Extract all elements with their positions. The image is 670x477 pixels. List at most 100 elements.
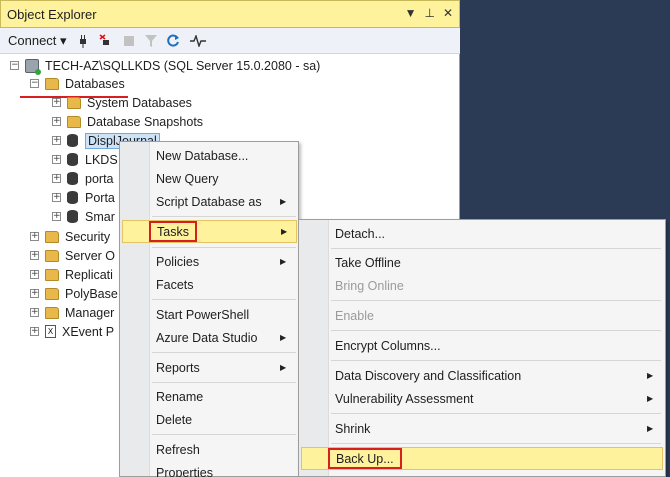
server-icon: [25, 58, 41, 75]
expand-icon[interactable]: +: [30, 251, 39, 260]
collapse-icon[interactable]: −: [10, 61, 19, 70]
menu-item-vulnerability-assessment[interactable]: Vulnerability Assessment ▶: [335, 387, 655, 410]
menu-item-tasks[interactable]: Tasks ▶: [122, 220, 297, 243]
folder-icon: [45, 268, 59, 281]
expand-icon[interactable]: +: [30, 270, 39, 279]
tree-node-database-snapshots[interactable]: + Database Snapshots: [52, 112, 203, 131]
menu-separator: [152, 216, 296, 217]
menu-item-new-database[interactable]: New Database...: [156, 144, 296, 167]
tree-node-security[interactable]: + Security: [30, 227, 110, 246]
tree-node-server-objects[interactable]: + Server O: [30, 246, 115, 265]
menu-item-label: Data Discovery and Classification: [335, 368, 522, 383]
menu-item-detach[interactable]: Detach...: [335, 222, 655, 245]
collapse-icon[interactable]: −: [30, 79, 39, 88]
menu-item-label: Script Database as: [156, 194, 262, 209]
menu-item-label: Back Up...: [328, 448, 402, 469]
menu-item-back-up[interactable]: Back Up...: [301, 447, 663, 470]
expand-icon[interactable]: +: [52, 136, 61, 145]
folder-icon: [67, 96, 81, 109]
menu-item-script-database-as[interactable]: Script Database as ▶: [156, 190, 296, 213]
menu-item-label: Tasks: [149, 221, 197, 242]
folder-icon: [45, 230, 59, 243]
menu-item-refresh[interactable]: Refresh: [156, 438, 296, 461]
menu-separator: [331, 443, 661, 444]
menu-separator: [331, 413, 661, 414]
database-label: porta: [85, 171, 114, 186]
panel-title-controls: ▼ ⊥ ✕: [405, 6, 453, 20]
expand-icon[interactable]: +: [52, 117, 61, 126]
menu-item-label: Take Offline: [335, 255, 401, 270]
menu-item-shrink[interactable]: Shrink ▶: [335, 417, 655, 440]
tree-node-system-databases[interactable]: + System Databases: [52, 93, 192, 112]
connect-button[interactable]: Connect ▾: [8, 33, 67, 49]
menu-item-label: Start PowerShell: [156, 307, 250, 322]
menu-item-label: Rename: [156, 389, 204, 404]
tasks-submenu: Detach... Take Offline Bring Online Enab…: [298, 219, 666, 477]
submenu-arrow-icon: ▶: [647, 424, 654, 433]
object-explorer-toolbar: Connect ▾: [0, 28, 460, 54]
menu-item-label: Properties: [156, 465, 213, 477]
tree-node-xevent-profiler[interactable]: + X XEvent P: [30, 322, 114, 341]
tree-node-database[interactable]: + Smar: [52, 207, 115, 226]
folder-icon: [67, 115, 81, 128]
menu-item-take-offline[interactable]: Take Offline: [335, 251, 655, 274]
tree-node-databases[interactable]: − Databases: [30, 74, 125, 93]
menu-item-data-discovery[interactable]: Data Discovery and Classification ▶: [335, 364, 655, 387]
submenu-arrow-icon: ▶: [281, 227, 288, 236]
expand-icon[interactable]: +: [30, 232, 39, 241]
xevent-icon: X: [45, 325, 56, 338]
tree-node-database[interactable]: + Porta: [52, 188, 115, 207]
pin-icon[interactable]: ⊥: [424, 6, 434, 20]
filter-icon[interactable]: [144, 32, 157, 50]
expand-icon[interactable]: +: [30, 289, 39, 298]
folder-label: Replicati: [65, 267, 113, 282]
menu-item-properties[interactable]: Properties: [156, 461, 296, 477]
database-icon: [67, 191, 78, 204]
folder-icon: [45, 306, 59, 319]
menu-separator: [152, 299, 296, 300]
expand-icon[interactable]: +: [52, 193, 61, 202]
expand-icon[interactable]: +: [52, 174, 61, 183]
expand-icon[interactable]: +: [52, 155, 61, 164]
expand-icon[interactable]: +: [30, 308, 39, 317]
tree-node-polybase[interactable]: + PolyBase: [30, 284, 118, 303]
tree-node-database[interactable]: + porta: [52, 169, 114, 188]
panel-dropdown-icon[interactable]: ▼: [405, 6, 417, 20]
submenu-arrow-icon: ▶: [280, 197, 287, 206]
tree-node-server[interactable]: − TECH-AZ\SQLLKDS (SQL Server 15.0.2080 …: [10, 56, 320, 75]
database-label: Smar: [85, 209, 115, 224]
menu-item-policies[interactable]: Policies ▶: [156, 250, 296, 273]
tree-node-replication[interactable]: + Replicati: [30, 265, 113, 284]
activity-monitor-icon[interactable]: [189, 32, 206, 50]
connect-plug-icon[interactable]: [77, 32, 89, 50]
menu-item-label: Encrypt Columns...: [335, 338, 441, 353]
menu-item-label: Enable: [335, 308, 374, 323]
tree-node-database[interactable]: + LKDS: [52, 150, 118, 169]
menu-item-start-powershell[interactable]: Start PowerShell: [156, 303, 296, 326]
menu-item-delete[interactable]: Delete: [156, 408, 296, 431]
refresh-icon[interactable]: [166, 32, 180, 50]
tree-node-management[interactable]: + Manager: [30, 303, 114, 322]
disconnect-icon[interactable]: [99, 32, 113, 50]
folder-label: Manager: [65, 305, 115, 320]
database-icon: [67, 172, 78, 185]
folder-label: XEvent P: [62, 324, 115, 339]
menu-item-new-query[interactable]: New Query: [156, 167, 296, 190]
menu-item-rename[interactable]: Rename: [156, 385, 296, 408]
menu-separator: [331, 330, 661, 331]
close-icon[interactable]: ✕: [443, 6, 453, 20]
databases-label: Databases: [65, 76, 125, 91]
menu-item-reports[interactable]: Reports ▶: [156, 356, 296, 379]
folder-icon: [45, 287, 59, 300]
menu-item-label: Shrink: [335, 421, 371, 436]
menu-item-label: New Query: [156, 171, 219, 186]
menu-item-encrypt-columns[interactable]: Encrypt Columns...: [335, 334, 655, 357]
menu-item-azure-data-studio[interactable]: Azure Data Studio ▶: [156, 326, 296, 349]
expand-icon[interactable]: +: [52, 98, 61, 107]
server-label: TECH-AZ\SQLLKDS (SQL Server 15.0.2080 - …: [45, 58, 321, 73]
database-icon: [67, 210, 78, 223]
expand-icon[interactable]: +: [30, 327, 39, 336]
stop-icon[interactable]: [123, 32, 135, 50]
menu-item-facets[interactable]: Facets: [156, 273, 296, 296]
expand-icon[interactable]: +: [52, 212, 61, 221]
